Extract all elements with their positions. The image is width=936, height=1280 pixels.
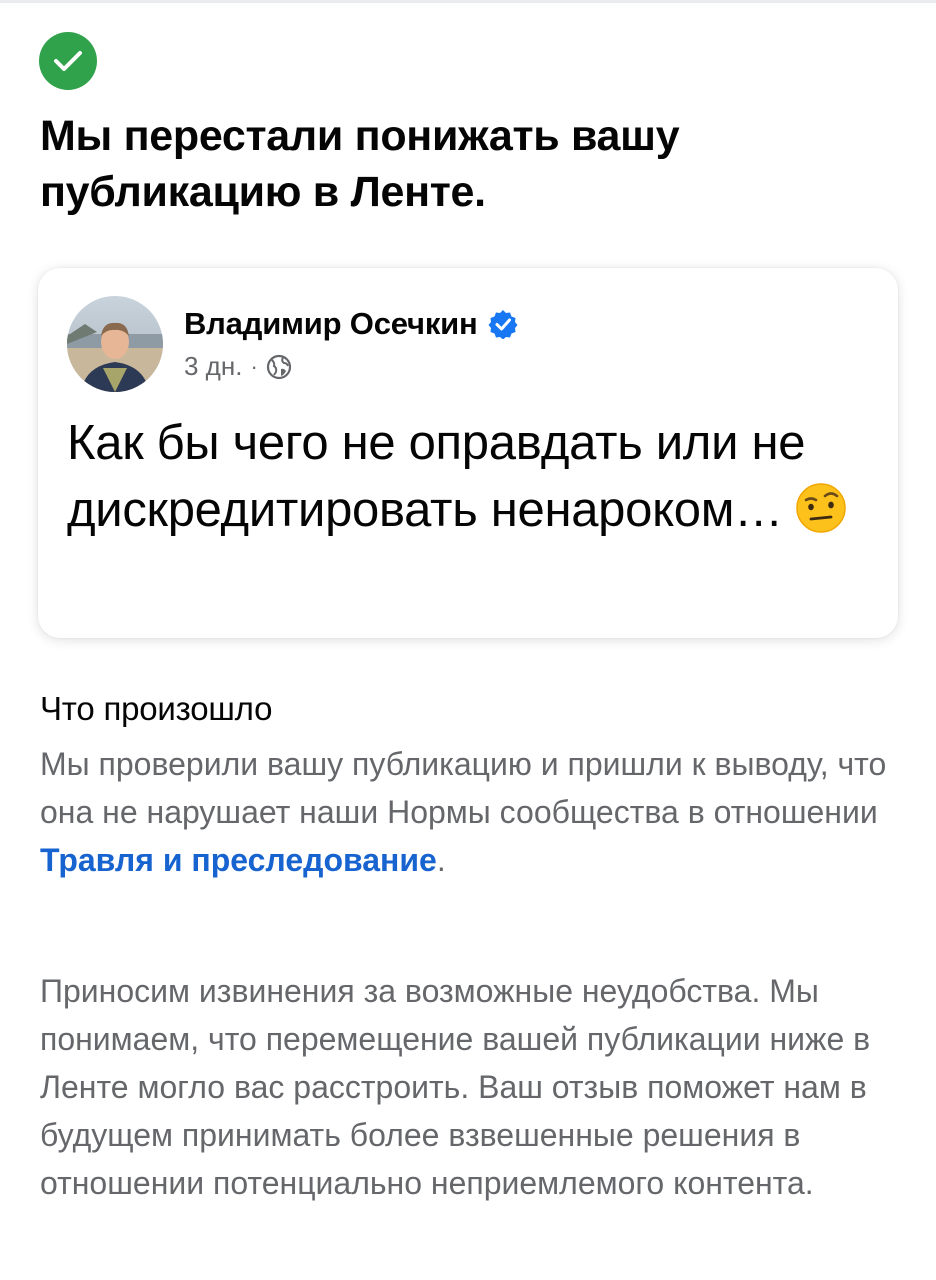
- post-time[interactable]: 3 дн.: [184, 351, 242, 382]
- verified-badge-icon: [488, 309, 518, 339]
- apology-paragraph: Приносим извинения за возможные неудобст…: [40, 973, 871, 1201]
- checkmark-icon: [39, 32, 97, 90]
- face-with-raised-eyebrow-icon: [795, 482, 847, 534]
- top-divider: [0, 0, 936, 3]
- post-text-content: Как бы чего не оправдать или не дискреди…: [67, 416, 806, 537]
- section-title: Что произошло: [40, 690, 273, 727]
- explanation-end: .: [436, 842, 446, 878]
- explanation-text: Мы проверили вашу публикацию и пришли к …: [40, 746, 887, 830]
- status-headline: Мы перестали понижать вашу публикацию в …: [40, 112, 680, 216]
- post-card[interactable]: Владимир Осечкин 3 дн. · Как бы чего не …: [38, 268, 898, 638]
- policy-link[interactable]: Травля и преследование: [40, 842, 437, 878]
- author-name[interactable]: Владимир Осечкин: [184, 306, 478, 342]
- explanation-paragraph: Мы проверили вашу публикацию и пришли к …: [40, 740, 910, 884]
- post-text[interactable]: Как бы чего не оправдать или не дискреди…: [67, 410, 877, 544]
- avatar[interactable]: [67, 296, 163, 392]
- globe-icon: [266, 354, 292, 380]
- meta-separator: ·: [250, 353, 258, 379]
